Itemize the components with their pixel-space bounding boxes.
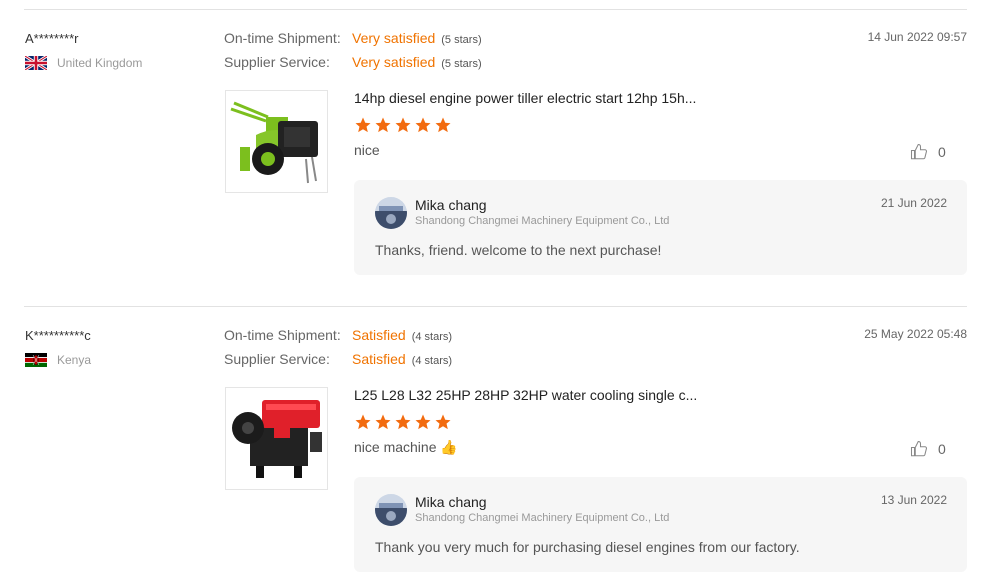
metric-label: On-time Shipment:: [224, 30, 341, 46]
uk-flag-icon: [25, 56, 47, 70]
supplier-service-rating: Supplier Service: Very satisfied (5 stars): [224, 54, 482, 70]
metric-label: Supplier Service:: [224, 351, 330, 367]
metric-stars: (5 stars): [441, 58, 482, 70]
reply-author: Mika chang: [415, 494, 487, 510]
metric-label: On-time Shipment:: [224, 327, 341, 343]
avatar: [375, 197, 407, 229]
thumbs-up-icon: [910, 143, 928, 160]
divider: [24, 306, 967, 307]
review-date: 25 May 2022 05:48: [864, 327, 967, 341]
metric-value: Satisfied: [352, 351, 406, 367]
review-comment: nice machine 👍: [354, 439, 458, 456]
review-comment: nice: [354, 142, 380, 158]
reply-text: Thank you very much for purchasing diese…: [375, 539, 800, 555]
star-icon: [415, 414, 431, 430]
thumbs-up-icon: [910, 440, 928, 457]
reply-date: 13 Jun 2022: [880, 493, 947, 507]
star-icon: [375, 414, 391, 430]
country-name: United Kingdom: [57, 56, 143, 70]
star-icon: [435, 117, 451, 133]
metric-label: Supplier Service:: [224, 54, 330, 70]
supplier-reply: Mika chang Shandong Changmei Machinery E…: [354, 477, 967, 572]
metric-stars: (4 stars): [411, 331, 453, 343]
metric-stars: (4 stars): [411, 355, 453, 367]
kenya-flag-icon: [25, 353, 47, 367]
country-name: Kenya: [57, 353, 92, 367]
ontime-shipment-rating: On-time Shipment: Very satisfied (5 stars): [224, 30, 482, 46]
supplier-reply: Mika chang Shandong Changmei Machinery E…: [354, 180, 967, 275]
metric-value: Very satisfied: [352, 54, 436, 70]
comment-text: nice machine: [354, 439, 437, 455]
star-icon: [395, 117, 411, 133]
reply-author: Mika chang: [415, 197, 487, 213]
thumbs-up-emoji-icon: 👍: [440, 439, 458, 455]
review-date: 14 Jun 2022 09:57: [867, 30, 967, 44]
product-title-link[interactable]: L25 L28 L32 25HP 28HP 32HP water cooling…: [354, 387, 697, 403]
like-button[interactable]: 0: [910, 143, 946, 161]
avatar: [375, 494, 407, 526]
metric-value: Satisfied: [352, 327, 406, 343]
reply-company: Shandong Changmei Machinery Equipment Co…: [415, 512, 670, 524]
star-rating: [354, 413, 452, 431]
product-image[interactable]: [225, 90, 328, 193]
buyer-name: A********r: [25, 31, 79, 46]
product-title-link[interactable]: 14hp diesel engine power tiller electric…: [354, 90, 696, 106]
star-icon: [355, 117, 371, 133]
star-rating: [354, 116, 452, 134]
divider: [24, 9, 967, 10]
star-icon: [395, 414, 411, 430]
like-button[interactable]: 0: [910, 440, 946, 458]
reply-date: 21 Jun 2022: [880, 196, 947, 210]
star-icon: [435, 414, 451, 430]
supplier-service-rating: Supplier Service: Satisfied (4 stars): [224, 351, 452, 367]
star-icon: [415, 117, 431, 133]
metric-stars: (5 stars): [441, 34, 482, 46]
reply-text: Thanks, friend. welcome to the next purc…: [375, 242, 662, 258]
product-image[interactable]: [225, 387, 328, 490]
buyer-name: K**********c: [25, 328, 91, 343]
star-icon: [375, 117, 391, 133]
like-count: 0: [938, 441, 946, 457]
like-count: 0: [938, 144, 946, 160]
buyer-country: Kenya: [25, 353, 91, 367]
star-icon: [355, 414, 371, 430]
reply-company: Shandong Changmei Machinery Equipment Co…: [415, 215, 670, 227]
ontime-shipment-rating: On-time Shipment: Satisfied (4 stars): [224, 327, 452, 343]
metric-value: Very satisfied: [352, 30, 436, 46]
buyer-country: United Kingdom: [25, 56, 142, 70]
